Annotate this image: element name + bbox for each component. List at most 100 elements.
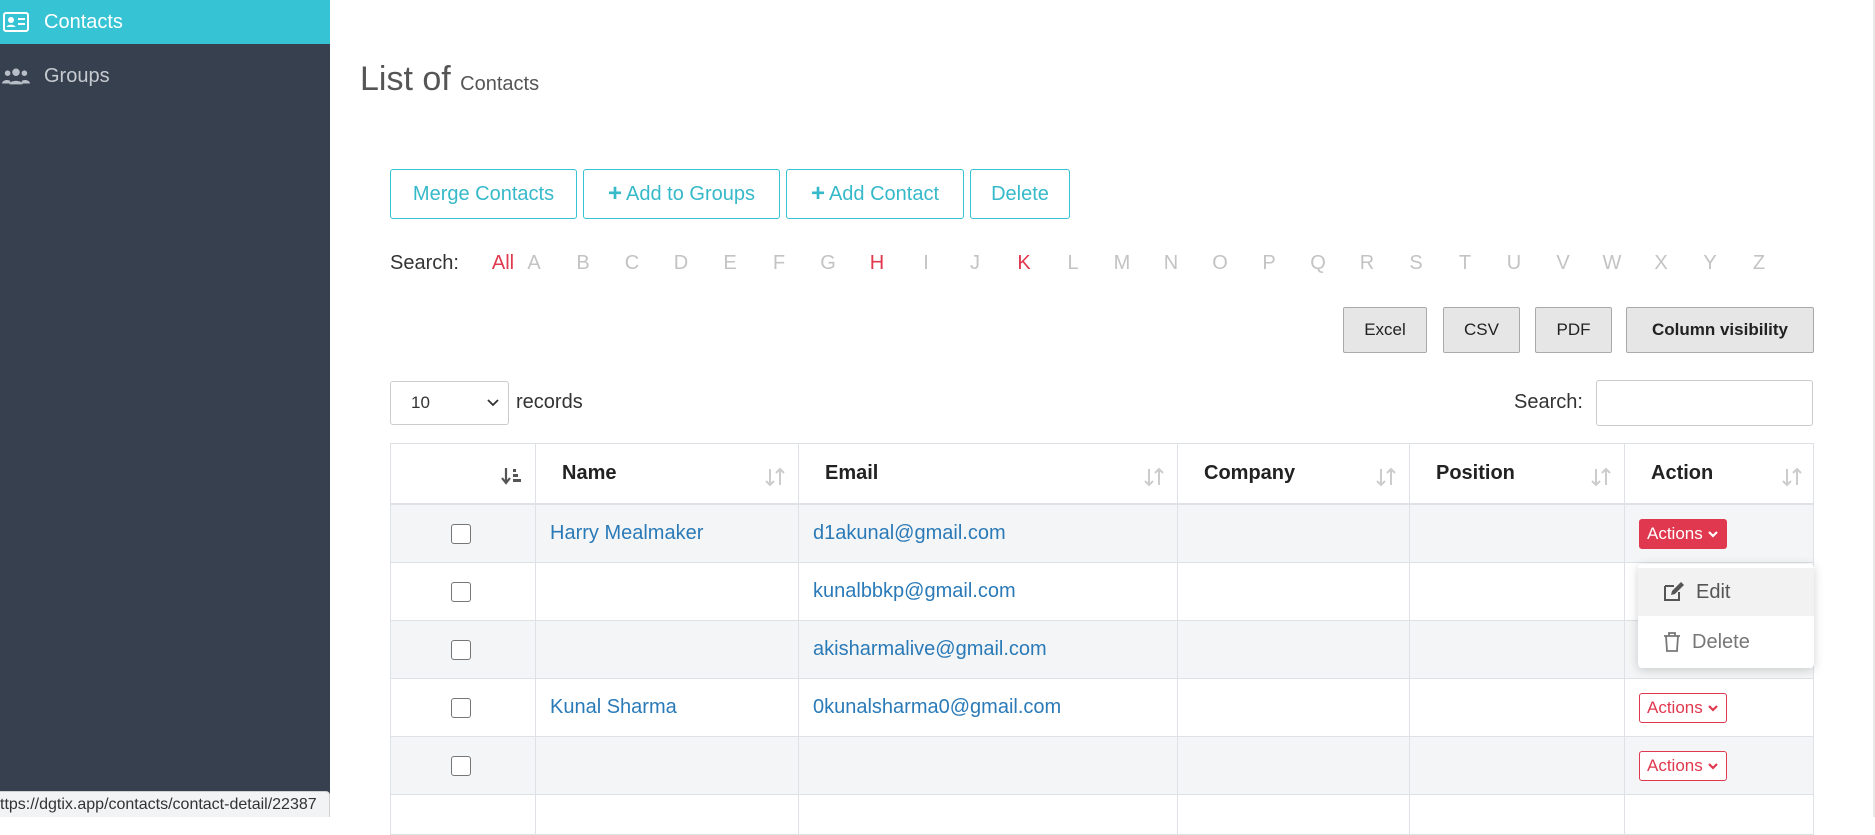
sidebar-item-label: Groups	[44, 64, 110, 87]
company-cell	[1177, 795, 1409, 834]
delete-menu-item[interactable]: Delete	[1638, 618, 1814, 666]
alpha-filter-letter[interactable]: P	[1254, 252, 1284, 275]
actions-dropdown-button[interactable]: Actions	[1639, 518, 1727, 549]
csv-label: CSV	[1464, 320, 1499, 339]
sidebar-item-groups[interactable]: Groups	[0, 54, 330, 98]
main-content: List of Contacts Merge Contacts + Add to…	[330, 0, 1875, 835]
contact-email-link[interactable]: kunalbbkp@gmail.com	[799, 580, 1016, 603]
alpha-filter-letter[interactable]: L	[1058, 252, 1088, 275]
actions-dropdown-button[interactable]: Actions	[1639, 692, 1727, 723]
row-checkbox[interactable]	[451, 523, 471, 544]
column-visibility-button[interactable]: Column visibility	[1626, 307, 1814, 353]
merge-contacts-label: Merge Contacts	[412, 182, 555, 205]
table-row: akisharmalive@gmail.com	[390, 621, 1814, 679]
column-visibility-label: Column visibility	[1651, 320, 1789, 339]
users-icon	[2, 65, 30, 87]
action-cell: Actions	[1624, 737, 1815, 794]
alpha-filter-letter[interactable]: J	[960, 252, 990, 275]
alpha-filter-letter[interactable]: N	[1156, 252, 1186, 275]
header-name[interactable]: Name	[535, 444, 798, 503]
contact-email-link[interactable]: d1akunal@gmail.com	[799, 522, 1006, 545]
edit-label: Edit	[1696, 580, 1731, 603]
table-row	[390, 795, 1814, 835]
header-position-label: Position	[1436, 462, 1515, 484]
alpha-filter-letter[interactable]: R	[1352, 252, 1382, 275]
select-cell	[391, 621, 535, 678]
sort-icon	[1781, 466, 1803, 493]
name-cell	[535, 621, 798, 678]
add-to-groups-label: Add to Groups	[626, 182, 755, 205]
alpha-filter-all[interactable]: All	[488, 252, 518, 275]
alpha-filter-letter[interactable]: X	[1646, 252, 1676, 275]
name-cell	[535, 795, 798, 834]
delete-label: Delete	[1692, 630, 1750, 653]
page-title: List of Contacts	[360, 60, 539, 99]
alpha-filter-letter[interactable]: W	[1597, 252, 1627, 275]
alpha-filter-letter[interactable]: K	[1009, 252, 1039, 275]
excel-export-button[interactable]: Excel	[1343, 307, 1427, 353]
sidebar-item-contacts[interactable]: Contacts	[0, 0, 330, 44]
alpha-filter-letter[interactable]: B	[568, 252, 598, 275]
alpha-filter-letter[interactable]: E	[715, 252, 745, 275]
pdf-export-button[interactable]: PDF	[1535, 307, 1612, 353]
action-cell: Actions	[1624, 505, 1815, 562]
header-action[interactable]: Action	[1624, 444, 1815, 503]
name-cell	[535, 563, 798, 620]
alpha-filter-letter[interactable]: S	[1401, 252, 1431, 275]
header-company[interactable]: Company	[1177, 444, 1409, 503]
header-select[interactable]	[391, 444, 535, 503]
sort-icon	[1143, 466, 1165, 493]
alpha-filter-letter[interactable]: F	[764, 252, 794, 275]
actions-label: Actions	[1647, 697, 1703, 717]
actions-label: Actions	[1647, 523, 1703, 543]
contact-name-link[interactable]: Harry Mealmaker	[536, 522, 703, 545]
alpha-filter-letter[interactable]: Q	[1303, 252, 1333, 275]
select-cell	[391, 795, 535, 834]
add-contact-button[interactable]: + Add Contact	[786, 169, 964, 219]
alpha-filter-letter[interactable]: T	[1450, 252, 1480, 275]
alpha-filter-letter[interactable]: D	[666, 252, 696, 275]
records-length-select[interactable]: 10	[390, 381, 509, 425]
search-input[interactable]	[1596, 380, 1813, 426]
header-action-label: Action	[1651, 462, 1714, 484]
actions-label: Actions	[1647, 755, 1703, 775]
records-label: records	[516, 391, 583, 413]
excel-label: Excel	[1364, 320, 1406, 339]
edit-menu-item[interactable]: Edit	[1638, 568, 1814, 616]
alpha-filter-letter[interactable]: H	[862, 252, 892, 275]
alpha-filter-letter[interactable]: G	[813, 252, 843, 275]
alpha-filter-letter[interactable]: U	[1499, 252, 1529, 275]
contact-email-link[interactable]: 0kunalsharma0@gmail.com	[799, 696, 1061, 719]
header-position[interactable]: Position	[1409, 444, 1624, 503]
alpha-filter-letter[interactable]: I	[911, 252, 941, 275]
contact-email-link[interactable]: akisharmalive@gmail.com	[799, 638, 1047, 661]
alpha-filter-letter[interactable]: Z	[1744, 252, 1774, 275]
alpha-filter-letter[interactable]: V	[1548, 252, 1578, 275]
alpha-filter-letter[interactable]: Y	[1695, 252, 1725, 275]
alpha-filter-letter[interactable]: C	[617, 252, 647, 275]
position-cell	[1409, 505, 1624, 562]
alpha-filter-letter[interactable]: O	[1205, 252, 1235, 275]
alpha-filter-letter[interactable]: A	[519, 252, 549, 275]
csv-export-button[interactable]: CSV	[1443, 307, 1520, 353]
actions-dropdown-button[interactable]: Actions	[1639, 750, 1727, 781]
position-cell	[1409, 679, 1624, 736]
header-name-label: Name	[562, 462, 617, 484]
row-checkbox[interactable]	[451, 581, 471, 602]
row-checkbox[interactable]	[451, 755, 471, 776]
row-checkbox[interactable]	[451, 697, 471, 718]
row-checkbox[interactable]	[451, 639, 471, 660]
page-title-sub: Contacts	[460, 73, 540, 95]
records-length-value: 10	[411, 393, 430, 412]
alpha-filter-letter[interactable]: M	[1107, 252, 1137, 275]
contact-name-link[interactable]: Kunal Sharma	[536, 696, 677, 719]
merge-contacts-button[interactable]: Merge Contacts	[390, 169, 577, 219]
sort-icon	[764, 466, 786, 493]
header-email[interactable]: Email	[798, 444, 1177, 503]
chevron-down-icon	[1707, 762, 1718, 770]
company-cell	[1177, 679, 1409, 736]
chevron-down-icon	[1707, 704, 1718, 712]
add-to-groups-button[interactable]: + Add to Groups	[583, 169, 780, 219]
header-company-label: Company	[1204, 462, 1296, 484]
delete-button[interactable]: Delete	[970, 169, 1070, 219]
